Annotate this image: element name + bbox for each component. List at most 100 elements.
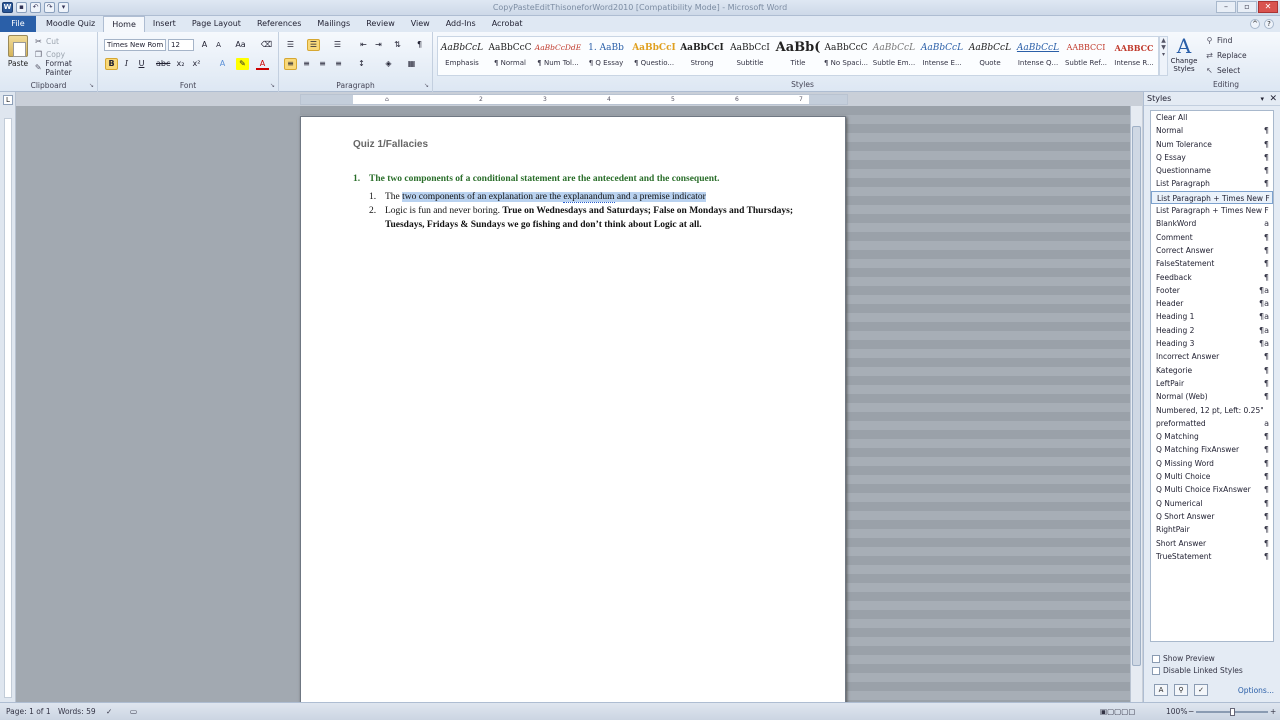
paste-button[interactable]: Paste: [5, 35, 31, 68]
style-list-item[interactable]: Q Short Answer ¶: [1151, 510, 1273, 523]
document-scrollbar[interactable]: [1130, 106, 1142, 702]
format-painter-button[interactable]: ✎ Format Painter: [34, 59, 97, 77]
zoom-slider[interactable]: [1196, 708, 1268, 716]
style-list-item[interactable]: Questionname ¶: [1151, 164, 1273, 177]
style-list-item[interactable]: Heading 2 ¶a: [1151, 324, 1273, 337]
style-list-item[interactable]: List Paragraph + Times New F: [1151, 190, 1273, 205]
style-list-item[interactable]: Header ¶a: [1151, 297, 1273, 310]
style-list-item[interactable]: Clear All: [1151, 111, 1273, 124]
style-list-item[interactable]: Kategorie ¶: [1151, 364, 1273, 377]
proofing-icon[interactable]: ✓: [106, 707, 112, 716]
style-normal[interactable]: AaBbCcC ¶ Normal: [486, 37, 534, 75]
show-preview-checkbox[interactable]: Show Preview: [1152, 654, 1243, 663]
tab-moodle-quiz[interactable]: Moodle Quiz: [38, 16, 103, 32]
style-list-item[interactable]: TrueStatement ¶: [1151, 550, 1273, 563]
style-list-item[interactable]: List Paragraph + Times New F: [1151, 204, 1273, 217]
word-count[interactable]: Words: 59: [58, 707, 96, 716]
style-list-item[interactable]: Heading 3 ¶a: [1151, 337, 1273, 350]
style-list-item[interactable]: Q Multi Choice ¶: [1151, 470, 1273, 483]
style-quote[interactable]: AaBbCcL Quote: [966, 37, 1014, 75]
text-effects-icon[interactable]: A: [216, 58, 229, 70]
style-list-item[interactable]: Short Answer ¶: [1151, 537, 1273, 550]
disable-linked-styles-checkbox[interactable]: Disable Linked Styles: [1152, 666, 1243, 675]
tab-file[interactable]: File: [0, 16, 36, 32]
style-q-essay[interactable]: 1. AaBb ¶ Q Essay: [582, 37, 630, 75]
maximize-button[interactable]: ▫: [1237, 1, 1257, 13]
minimize-button[interactable]: –: [1216, 1, 1236, 13]
show-formatting-marks-icon[interactable]: ¶: [413, 39, 426, 51]
tab-page-layout[interactable]: Page Layout: [184, 16, 249, 32]
style-list-item[interactable]: Q Numerical ¶: [1151, 497, 1273, 510]
style-intense-quote[interactable]: AaBbCcL Intense Q...: [1014, 37, 1062, 75]
view-buttons-icon[interactable]: ▣▢▢▢▢: [1100, 707, 1135, 716]
style-list-item[interactable]: Heading 1 ¶a: [1151, 310, 1273, 323]
subscript-button[interactable]: x₂: [174, 58, 187, 70]
style-list-item[interactable]: Num Tolerance ¶: [1151, 138, 1273, 151]
tab-insert[interactable]: Insert: [145, 16, 184, 32]
borders-icon[interactable]: ▦: [405, 58, 418, 70]
styles-list[interactable]: Clear All Normal ¶ Num Tolerance ¶ Q Essay ¶ Qu…: [1150, 110, 1274, 642]
style-list-item[interactable]: Normal (Web) ¶: [1151, 390, 1273, 403]
styles-gallery-scroll[interactable]: ▲ ▼ ▾: [1159, 36, 1168, 76]
bold-button[interactable]: B: [105, 58, 118, 70]
pane-dropdown-icon[interactable]: ▾: [1260, 92, 1264, 106]
style-list-item[interactable]: Q Missing Word ¶: [1151, 457, 1273, 470]
close-icon[interactable]: ✕: [1269, 92, 1277, 106]
replace-button[interactable]: ⇄ Replace: [1205, 50, 1247, 61]
indent-marker-icon[interactable]: ⌂: [385, 95, 389, 104]
highlight-icon[interactable]: ✎: [236, 58, 249, 70]
style-list-item[interactable]: Comment ¶: [1151, 231, 1273, 244]
align-right-icon[interactable]: ≡: [316, 58, 329, 70]
style-list-item[interactable]: Incorrect Answer ¶: [1151, 350, 1273, 363]
style-num-tolerance[interactable]: AaBbCcDdE ¶ Num Tol...: [534, 37, 582, 75]
minimize-ribbon-icon[interactable]: ^: [1250, 19, 1260, 29]
style-list-item[interactable]: List Paragraph ¶: [1151, 177, 1273, 190]
close-button[interactable]: ✕: [1258, 1, 1278, 13]
style-subtitle[interactable]: AaBbCcI Subtitle: [726, 37, 774, 75]
clear-formatting-icon[interactable]: ⌫: [260, 39, 273, 51]
style-list-item[interactable]: FalseStatement ¶: [1151, 257, 1273, 270]
zoom-level[interactable]: 100%: [1166, 707, 1187, 716]
find-button[interactable]: ⚲ Find: [1205, 35, 1247, 46]
page-count[interactable]: Page: 1 of 1: [6, 707, 51, 716]
style-list-item[interactable]: Q Matching FixAnswer ¶: [1151, 443, 1273, 456]
superscript-button[interactable]: x²: [190, 58, 203, 70]
help-icon[interactable]: ?: [1264, 19, 1274, 29]
style-list-item[interactable]: RightPair ¶: [1151, 523, 1273, 536]
shading-icon[interactable]: ◈: [382, 58, 395, 70]
style-intense-reference[interactable]: AABBCC Intense R...: [1110, 37, 1158, 75]
style-emphasis[interactable]: AaBbCcL Emphasis: [438, 37, 486, 75]
tab-view[interactable]: View: [403, 16, 438, 32]
change-case-icon[interactable]: Aa: [234, 39, 247, 51]
multilevel-list-icon[interactable]: ☰: [331, 39, 344, 51]
tab-add-ins[interactable]: Add-Ins: [438, 16, 484, 32]
style-list-item[interactable]: LeftPair ¶: [1151, 377, 1273, 390]
style-list-item[interactable]: Correct Answer ¶: [1151, 244, 1273, 257]
bullets-icon[interactable]: ☰: [284, 39, 297, 51]
macro-record-icon[interactable]: ▭: [130, 707, 137, 716]
tab-references[interactable]: References: [249, 16, 309, 32]
style-title[interactable]: AaBb(Title: [774, 37, 822, 75]
style-subtle-reference[interactable]: AABBCCI Subtle Ref...: [1062, 37, 1110, 75]
style-inspector-icon[interactable]: ⚲: [1174, 684, 1188, 696]
paragraph-launcher-icon[interactable]: ↘: [424, 82, 429, 89]
select-button[interactable]: ↖ Select: [1205, 65, 1247, 76]
tab-review[interactable]: Review: [358, 16, 403, 32]
zoom-slider-knob[interactable]: [1230, 708, 1235, 716]
options-link[interactable]: Options...: [1238, 686, 1274, 695]
style-strong[interactable]: AaBbCcI Strong: [678, 37, 726, 75]
decrease-indent-icon[interactable]: ⇤: [357, 39, 370, 51]
zoom-out-icon[interactable]: −: [1188, 707, 1194, 716]
shrink-font-icon[interactable]: A: [212, 39, 225, 51]
document-page[interactable]: Quiz 1/Fallacies 1. The two components o…: [300, 116, 846, 716]
increase-indent-icon[interactable]: ⇥: [372, 39, 385, 51]
line-spacing-icon[interactable]: ↕: [355, 58, 368, 70]
tab-selector-icon[interactable]: L: [3, 95, 13, 105]
zoom-in-icon[interactable]: +: [1270, 707, 1276, 716]
style-list-item[interactable]: BlankWord a: [1151, 217, 1273, 230]
italic-button[interactable]: I: [120, 58, 133, 70]
style-list-item[interactable]: preformatted a: [1151, 417, 1273, 430]
justify-icon[interactable]: ≡: [332, 58, 345, 70]
sort-icon[interactable]: ⇅: [391, 39, 404, 51]
clipboard-launcher-icon[interactable]: ↘: [89, 82, 94, 89]
